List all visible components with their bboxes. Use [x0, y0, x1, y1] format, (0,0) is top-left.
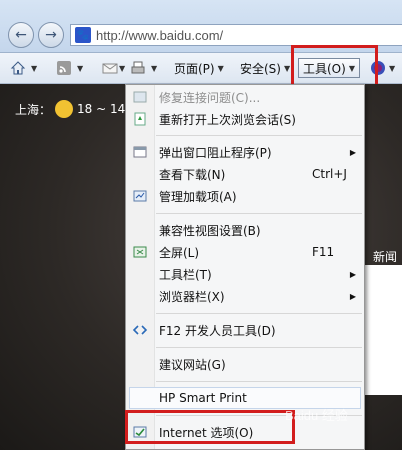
weather-city: 上海： — [15, 102, 52, 117]
menu-item-fullscreen[interactable]: 全屏(L) F11 — [126, 241, 364, 263]
submenu-arrow-icon: ▶ — [349, 147, 356, 157]
reopen-session-icon — [134, 112, 146, 126]
popup-blocker-icon — [133, 146, 147, 158]
menu-item-suggested-sites[interactable]: 建议网站(G) — [126, 353, 364, 375]
submenu-arrow-icon: ▶ — [349, 291, 356, 301]
page-caret-icon: ▼ — [217, 63, 224, 73]
rss-feed-icon[interactable] — [56, 60, 72, 76]
news-link[interactable]: 新闻 — [373, 248, 397, 265]
menu-separator — [156, 313, 362, 314]
menu-item-label: 查看下载(N) — [159, 167, 226, 182]
repair-icon — [133, 91, 147, 103]
menu-item-dev-tools[interactable]: F12 开发人员工具(D) — [126, 319, 364, 341]
menu-separator — [156, 213, 362, 214]
partly-cloudy-icon — [55, 100, 74, 118]
menu-item-label: 重新打开上次浏览会话(S) — [159, 112, 296, 127]
menu-item-label: 弹出窗口阻止程序(P) — [159, 145, 272, 160]
menu-item-shortcut: Ctrl+J — [312, 167, 347, 181]
weather-widget[interactable]: 上海： 18 ~ 14℃ — [15, 100, 139, 118]
menu-item-toolbars[interactable]: 工具栏(T) ▶ — [126, 263, 364, 285]
addons-icon — [133, 190, 147, 202]
feed-dropdown-icon[interactable]: ▼ — [74, 59, 83, 77]
menu-item-label: 建议网站(G) — [159, 357, 226, 372]
menu-item-label: 工具栏(T) — [159, 267, 212, 282]
menu-item-shortcut: F11 — [312, 245, 335, 259]
print-dropdown-icon[interactable]: ▼ — [148, 59, 157, 77]
back-button[interactable]: ← — [8, 22, 34, 48]
menu-item-label: 全屏(L) — [159, 245, 200, 260]
help-dropdown-icon[interactable]: ▼ — [386, 59, 395, 77]
menu-item-explorer-bars[interactable]: 浏览器栏(X) ▶ — [126, 285, 364, 307]
mail-dropdown-icon[interactable]: ▼ — [116, 59, 125, 77]
menu-item-view-downloads[interactable]: 查看下载(N) Ctrl+J — [126, 163, 364, 185]
forward-button[interactable]: → — [38, 22, 64, 48]
menu-item-compat-view[interactable]: 兼容性视图设置(B) — [126, 219, 364, 241]
url-field[interactable]: 🐾 http://www.baidu.com/ — [70, 24, 402, 46]
menu-item-label: HP Smart Print — [159, 391, 247, 405]
tools-dropdown-menu: 修复连接问题(C)... 重新打开上次浏览会话(S) 弹出窗口阻止程序(P) ▶… — [125, 84, 365, 450]
menu-separator — [156, 347, 362, 348]
page-menu-label: 页面(P) — [174, 61, 215, 76]
forward-arrow-icon: → — [45, 27, 57, 43]
menu-item-reopen-session[interactable]: 重新打开上次浏览会话(S) — [126, 108, 364, 130]
home-icon[interactable] — [10, 60, 26, 76]
submenu-arrow-icon: ▶ — [349, 269, 356, 279]
menu-separator — [156, 381, 362, 382]
home-dropdown-icon[interactable]: ▼ — [28, 59, 37, 77]
devtools-icon — [132, 325, 148, 335]
menu-item-label: 浏览器栏(X) — [159, 289, 225, 304]
safety-menu-button[interactable]: 安全(S) ▼ — [240, 59, 290, 77]
internet-options-highlight-box — [125, 410, 295, 444]
menu-item-fix-connection[interactable]: 修复连接问题(C)... — [126, 86, 364, 108]
menu-item-popup-blocker[interactable]: 弹出窗口阻止程序(P) ▶ — [126, 141, 364, 163]
menu-item-manage-addons[interactable]: 管理加载项(A) — [126, 185, 364, 207]
menu-item-label: 修复连接问题(C)... — [159, 90, 261, 105]
back-arrow-icon: ← — [15, 27, 27, 43]
safety-caret-icon: ▼ — [283, 63, 291, 73]
baidu-favicon-icon: 🐾 — [75, 27, 91, 43]
page-menu-button[interactable]: 页面(P) ▼ — [174, 59, 224, 77]
baidu-jingyan-watermark: Baidu 经验 — [285, 408, 348, 423]
menu-separator — [156, 135, 362, 136]
print-icon[interactable] — [130, 60, 146, 76]
menu-item-label: F12 开发人员工具(D) — [159, 323, 276, 338]
menu-item-label: 管理加载项(A) — [159, 189, 237, 204]
fullscreen-icon — [133, 246, 147, 258]
content-panel — [364, 265, 402, 395]
url-text: http://www.baidu.com/ — [96, 27, 224, 43]
menu-item-label: 兼容性视图设置(B) — [159, 223, 261, 238]
safety-menu-label: 安全(S) — [240, 61, 281, 76]
